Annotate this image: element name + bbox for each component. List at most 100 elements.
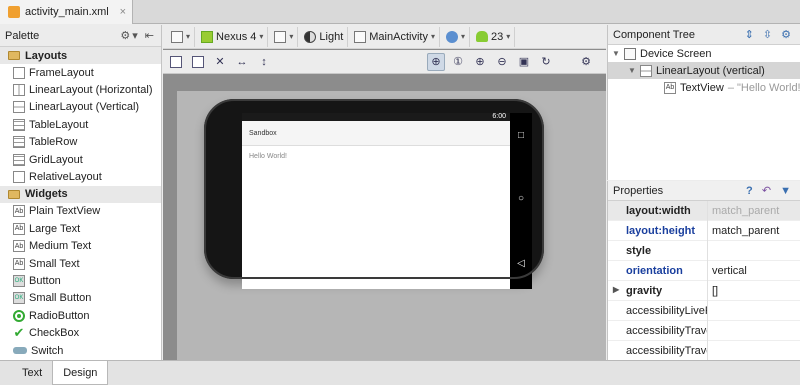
palette-item-small-text[interactable]: Ab Small Text <box>0 255 161 272</box>
zoom-fit-icon[interactable]: ⊕ <box>427 52 445 71</box>
editor-mode-tabs: Text Design <box>0 360 800 385</box>
palette-item-medium-text[interactable]: Ab Medium Text <box>0 238 161 255</box>
fit-height-icon[interactable]: ↕ <box>255 53 273 71</box>
node-label: Device Screen <box>640 47 712 60</box>
palette-title: Palette <box>5 29 40 42</box>
tree-node-textview[interactable]: Ab TextView – "Hello World!" <box>608 79 800 96</box>
radiobutton-icon <box>13 309 25 322</box>
property-row-layout-width[interactable]: layout:width match_parent <box>608 200 800 221</box>
locale-selector[interactable]: ▾ <box>442 26 470 47</box>
zoom-out-icon[interactable]: ⊖ <box>493 53 511 71</box>
chevron-down-icon: ▾ <box>186 32 191 41</box>
item-label: RelativeLayout <box>29 171 102 184</box>
property-value[interactable] <box>707 320 800 341</box>
palette-item-plain-textview[interactable]: Ab Plain TextView <box>0 203 161 220</box>
tree-node-device-screen[interactable]: ▼ Device Screen <box>608 45 800 62</box>
palette-item-radiobutton[interactable]: RadioButton <box>0 307 161 324</box>
palette-item-checkbox[interactable]: ✔ CheckBox <box>0 324 161 341</box>
refresh-icon[interactable]: ↻ <box>537 53 555 71</box>
device-icon <box>201 30 214 43</box>
property-row-accessibility-traversal-after[interactable]: accessibilityTraversalAfter <box>608 320 800 341</box>
tablelayout-icon <box>13 118 25 131</box>
fit-width-icon[interactable]: ↔ <box>233 53 251 71</box>
property-value[interactable]: [] <box>707 280 800 301</box>
tree-node-linearlayout[interactable]: ▼ LinearLayout (vertical) <box>608 62 800 79</box>
large-text-icon: Ab <box>13 222 25 235</box>
palette-group-widgets[interactable]: Widgets <box>0 185 161 203</box>
screenshot-icon[interactable]: ▣ <box>515 53 533 71</box>
property-value[interactable] <box>707 300 800 321</box>
button-icon: OK <box>13 274 25 287</box>
property-value[interactable]: match_parent <box>707 200 800 221</box>
palette-item-linearlayout-vertical[interactable]: LinearLayout (Vertical) <box>0 99 161 116</box>
gridlayout-icon <box>13 153 25 166</box>
item-label: LinearLayout (Vertical) <box>29 101 140 114</box>
property-row-style[interactable]: style <box>608 240 800 261</box>
palette-item-tablerow[interactable]: TableRow <box>0 134 161 151</box>
palette-header: Palette ⚙▾ ⇤ <box>0 25 161 47</box>
item-label: FrameLayout <box>29 66 94 79</box>
close-tab-icon[interactable]: × <box>120 6 126 18</box>
android-icon <box>475 31 488 42</box>
api-level-selector[interactable]: 23 ▾ <box>472 26 516 47</box>
item-label: Button <box>29 274 61 287</box>
device-screen[interactable]: 6:00 Sandbox Hello World! <box>242 113 510 289</box>
palette-item-switch[interactable]: Switch <box>0 342 161 359</box>
property-row-accessibility-traversal-before[interactable]: accessibilityTraversalBefore <box>608 340 800 361</box>
property-row-gravity[interactable]: ▶ gravity [] <box>608 280 800 301</box>
linearlayout-icon <box>640 64 652 77</box>
gear-icon[interactable]: ⚙ <box>577 53 595 71</box>
node-hint: – "Hello World!" <box>727 81 800 94</box>
folder-icon <box>8 51 20 60</box>
palette-group-layouts[interactable]: Layouts <box>0 47 161 64</box>
layout-editor: ▾ Nexus 4 ▾ ▾ Light MainActivity ▾ ▾ 23 ▾ ✕… <box>163 25 606 360</box>
property-value[interactable] <box>707 340 800 361</box>
hello-textview[interactable]: Hello World! <box>249 153 287 160</box>
palette-item-button[interactable]: OK Button <box>0 272 161 289</box>
file-tab-activity-main[interactable]: activity_main.xml × <box>0 0 133 24</box>
property-value[interactable]: match_parent <box>707 220 800 241</box>
collapse-icon[interactable]: ⇤ <box>145 30 156 42</box>
component-tree-panel: Component Tree ⇕ ⇳ ⚙ ▼ Device Screen ▼ L… <box>607 25 800 180</box>
property-row-layout-height[interactable]: layout:height match_parent <box>608 220 800 241</box>
palette-item-large-text[interactable]: Ab Large Text <box>0 220 161 237</box>
new-file-icon <box>171 30 183 43</box>
palette-item-relativelayout[interactable]: RelativeLayout <box>0 168 161 185</box>
gear-icon[interactable]: ⚙▾ <box>120 30 139 42</box>
palette-item-tablelayout[interactable]: TableLayout <box>0 116 161 133</box>
expand-all-icon[interactable]: ⇕ <box>745 29 757 41</box>
device-selector[interactable]: Nexus 4 ▾ <box>197 26 269 47</box>
expand-arrow-icon[interactable]: ▶ <box>613 285 619 294</box>
gear-icon[interactable]: ⚙ <box>781 29 794 41</box>
activity-label: MainActivity <box>369 30 428 43</box>
tab-design[interactable]: Design <box>52 361 109 385</box>
help-icon[interactable]: ? <box>746 185 756 197</box>
undo-icon[interactable]: ↶ <box>762 185 774 197</box>
design-mode-icon[interactable] <box>189 53 207 71</box>
property-row-orientation[interactable]: orientation vertical <box>608 260 800 281</box>
palette-item-gridlayout[interactable]: GridLayout <box>0 151 161 168</box>
layout-preview-icon[interactable] <box>167 53 185 71</box>
activity-selector[interactable]: MainActivity ▾ <box>350 26 440 47</box>
collapse-all-icon[interactable]: ⇳ <box>763 29 775 41</box>
property-row-accessibility-live-region[interactable]: accessibilityLiveRegion <box>608 300 800 321</box>
remove-icon[interactable]: ✕ <box>211 53 229 71</box>
orientation-selector[interactable]: ▾ <box>270 26 299 47</box>
palette-item-framelayout[interactable]: FrameLayout <box>0 64 161 81</box>
zoom-actual-icon[interactable]: ① <box>449 53 467 71</box>
virtual-device-button[interactable]: ▾ <box>167 26 196 47</box>
folder-icon <box>8 189 20 199</box>
property-value[interactable] <box>707 240 800 261</box>
property-name: accessibilityLiveRegion <box>626 304 707 317</box>
zoom-in-icon[interactable]: ⊕ <box>471 53 489 71</box>
item-label: GridLayout <box>29 153 83 166</box>
palette-item-linearlayout-horizontal[interactable]: LinearLayout (Horizontal) <box>0 81 161 98</box>
item-label: RadioButton <box>29 309 90 322</box>
palette-item-small-button[interactable]: OK Small Button <box>0 290 161 307</box>
filter-icon[interactable]: ▼ <box>780 185 794 197</box>
tab-text[interactable]: Text <box>12 361 52 385</box>
theme-selector[interactable]: Light <box>300 26 349 47</box>
design-canvas[interactable]: 6:00 Sandbox Hello World! □ ○ ◁ <box>177 91 606 360</box>
property-value[interactable]: vertical <box>707 260 800 281</box>
properties-header: Properties ? ↶ ▼ <box>608 181 800 201</box>
